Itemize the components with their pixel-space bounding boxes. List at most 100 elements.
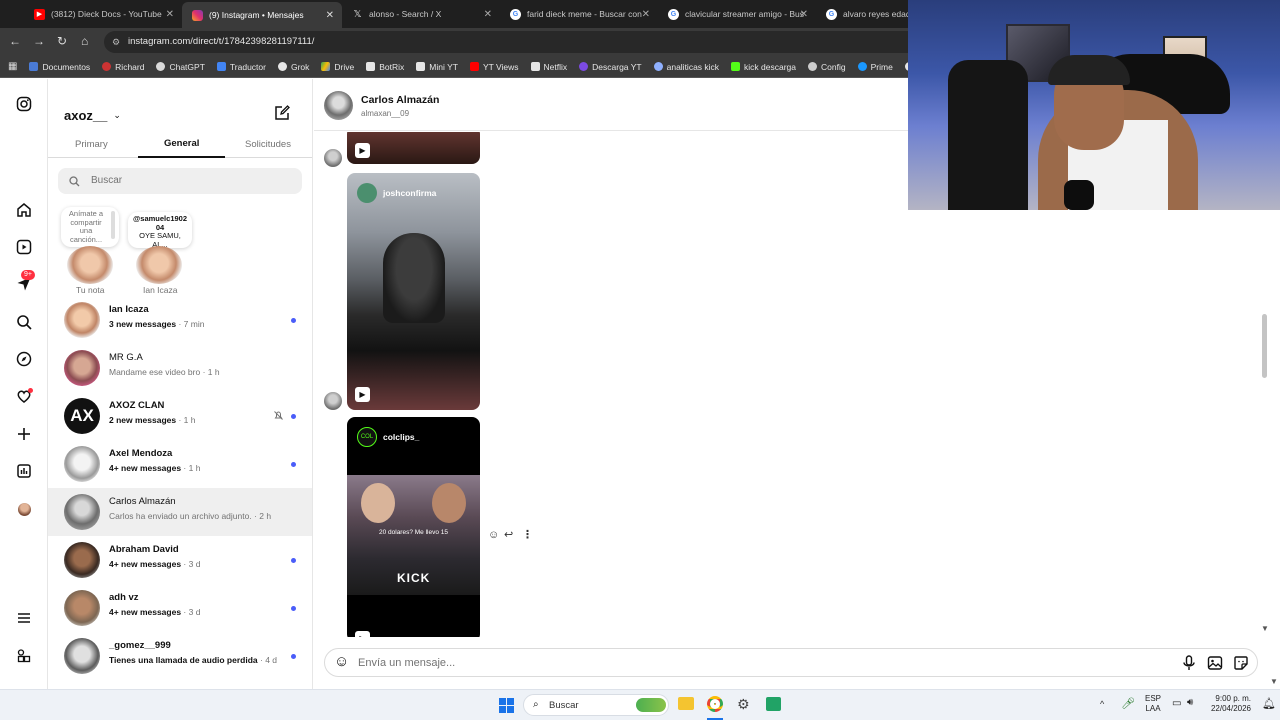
bookmark-item[interactable]: Documentos [29, 62, 90, 72]
page-scroll-down-arrow[interactable]: ▼ [1270, 677, 1278, 686]
avatar[interactable] [324, 91, 353, 120]
close-icon[interactable]: ✕ [642, 9, 650, 20]
bookmark-item[interactable]: Config [808, 62, 846, 72]
profile-icon[interactable] [15, 500, 33, 518]
bookmark-item[interactable]: Mini YT [416, 62, 458, 72]
bookmark-item[interactable]: Netflix [530, 62, 567, 72]
image-icon[interactable] [1207, 655, 1223, 671]
language-indicator[interactable]: ESP LAA [1145, 694, 1161, 714]
clock[interactable]: 9:00 p. m. 22/04/2026 [1207, 694, 1251, 714]
reload-icon[interactable]: ↻ [57, 34, 67, 48]
bookmark-item[interactable]: kick descarga [731, 62, 796, 72]
account-switcher[interactable]: axoz__ ⌄ [64, 108, 121, 123]
search-icon [69, 176, 80, 187]
notifications-icon[interactable]: 🔔︎ [1262, 697, 1276, 710]
conversation-item[interactable]: adh vz 4+ new messages · 3 d [48, 584, 312, 632]
close-icon[interactable]: ✕ [166, 9, 174, 20]
forward-icon[interactable]: → [33, 34, 45, 48]
close-icon[interactable]: ✕ [484, 9, 492, 20]
bookmark-item[interactable]: Grok [277, 62, 309, 72]
gaming-chair [948, 60, 1028, 210]
message-composer[interactable]: ☺ Envía un mensaje... [324, 648, 1258, 677]
react-emoji-icon[interactable]: ☺ [488, 529, 499, 541]
conversation-name: MR G.A [109, 352, 143, 363]
tab-google-2[interactable]: G clavicular streamer amigo - Bus ✕ [658, 0, 816, 28]
search-icon[interactable] [15, 313, 33, 331]
microphone-tray-icon[interactable]: 🎤︎ [1121, 697, 1135, 710]
search-icon: ⌕ [533, 699, 539, 710]
avatar[interactable] [136, 246, 182, 284]
bookmark-item[interactable]: analiticas kick [653, 62, 719, 72]
back-icon[interactable]: ← [9, 34, 21, 48]
bookmark-item[interactable]: Drive [321, 62, 354, 72]
bookmark-item[interactable]: Traductor [216, 62, 266, 72]
avatar[interactable] [67, 246, 113, 284]
file-explorer-icon[interactable] [678, 697, 694, 710]
more-icon[interactable] [15, 647, 33, 665]
tab-x[interactable]: 𝕏 alonso - Search / X ✕ [342, 0, 500, 28]
explore-icon[interactable] [15, 350, 33, 368]
apps-grid-icon[interactable]: ▦ [8, 61, 17, 72]
menu-icon[interactable] [15, 609, 33, 627]
tab-general[interactable]: General [164, 138, 199, 149]
conversation-item[interactable]: MR G.A Mandame ese video bro · 1 h [48, 344, 312, 392]
note-bubble[interactable]: @samuelc190204 OYE SAMU, AL... [128, 212, 192, 248]
sticker-icon[interactable] [1233, 655, 1249, 671]
reels-icon[interactable] [15, 238, 33, 256]
new-message-button[interactable] [274, 104, 291, 124]
app-icon[interactable] [766, 697, 781, 711]
tab-instagram[interactable]: (9) Instagram • Mensajes ✕ [182, 2, 342, 28]
reply-icon[interactable]: ↩ [504, 528, 513, 541]
start-button[interactable] [499, 698, 514, 713]
tab-primary[interactable]: Primary [75, 139, 108, 150]
conversation-item[interactable]: _gomez__999 Tienes una llamada de audio … [48, 632, 312, 680]
scroll-down-arrow[interactable]: ▼ [1261, 624, 1269, 633]
tab-youtube[interactable]: ▶ (3812) Dieck Docs - YouTube ✕ [24, 0, 182, 28]
tab-google-1[interactable]: G farid dieck meme - Buscar con ✕ [500, 0, 658, 28]
conversation-item[interactable]: AX AXOZ CLAN 2 new messages · 1 h [48, 392, 312, 440]
volume-icon[interactable]: 🔊︎ [1187, 697, 1193, 708]
tab-title: farid dieck meme - Buscar con [527, 9, 642, 19]
note-bubble[interactable]: Anímate a compartir una canción... [61, 207, 119, 247]
tab-solicitudes[interactable]: Solicitudes [245, 139, 291, 150]
instagram-icon[interactable] [15, 95, 33, 113]
shared-video[interactable]: ▶ [347, 132, 480, 164]
emoji-icon[interactable]: ☺ [334, 654, 349, 670]
shared-video[interactable]: joshconfirma ▶ [347, 173, 480, 410]
tray-expand-icon[interactable]: ^ [1100, 699, 1104, 709]
network-icon[interactable]: ▭ [1172, 698, 1181, 709]
taskbar-search[interactable]: ⌕ Buscar [523, 694, 669, 716]
microphone-icon[interactable] [1182, 655, 1196, 671]
dashboard-icon[interactable] [15, 462, 33, 480]
bookmark-item[interactable]: Descarga YT [579, 62, 642, 72]
scrollbar-thumb[interactable] [1262, 314, 1267, 378]
conversation-item[interactable]: Axel Mendoza 4+ new messages · 1 h [48, 440, 312, 488]
conversation-item-selected[interactable]: Carlos Almazán Carlos ha enviado un arch… [48, 488, 312, 536]
messages-icon[interactable]: 9+ [15, 270, 35, 293]
tab-google-3[interactable]: G alvaro reyes edad - [816, 0, 908, 28]
bookmark-item[interactable]: Richard [102, 62, 144, 72]
home-page-icon[interactable]: ⌂ [81, 34, 88, 48]
search-input[interactable]: Buscar [58, 168, 302, 194]
timestamp: 4 d [265, 655, 278, 665]
close-icon[interactable]: ✕ [800, 9, 808, 20]
shared-video[interactable]: COL colclips_ 20 dolares? Me llevo 15 KI… [347, 417, 480, 637]
conversation-item[interactable]: Ian Icaza 3 new messages · 7 min [48, 296, 312, 344]
chat-contact-name[interactable]: Carlos Almazán [361, 94, 439, 106]
bookmark-item[interactable]: BotRix [366, 62, 404, 72]
bookmark-item[interactable]: YT Views [469, 62, 519, 72]
google-icon: G [510, 8, 521, 20]
app-icon[interactable]: ⚙ [737, 696, 750, 713]
bookmark-item[interactable]: Prime [857, 62, 893, 72]
bookmark-label: Drive [334, 61, 355, 72]
unread-dot [291, 558, 296, 563]
more-options-icon[interactable]: ⋮ [522, 528, 533, 541]
notifications-icon[interactable] [15, 387, 33, 405]
home-icon[interactable] [15, 201, 33, 219]
chrome-icon[interactable] [707, 696, 723, 712]
create-icon[interactable] [15, 425, 33, 443]
bookmark-item[interactable]: ChatGPT [156, 62, 205, 72]
site-info-icon[interactable]: ⚙ [112, 31, 120, 53]
close-icon[interactable]: ✕ [326, 10, 334, 21]
conversation-item[interactable]: Abraham David 4+ new messages · 3 d [48, 536, 312, 584]
